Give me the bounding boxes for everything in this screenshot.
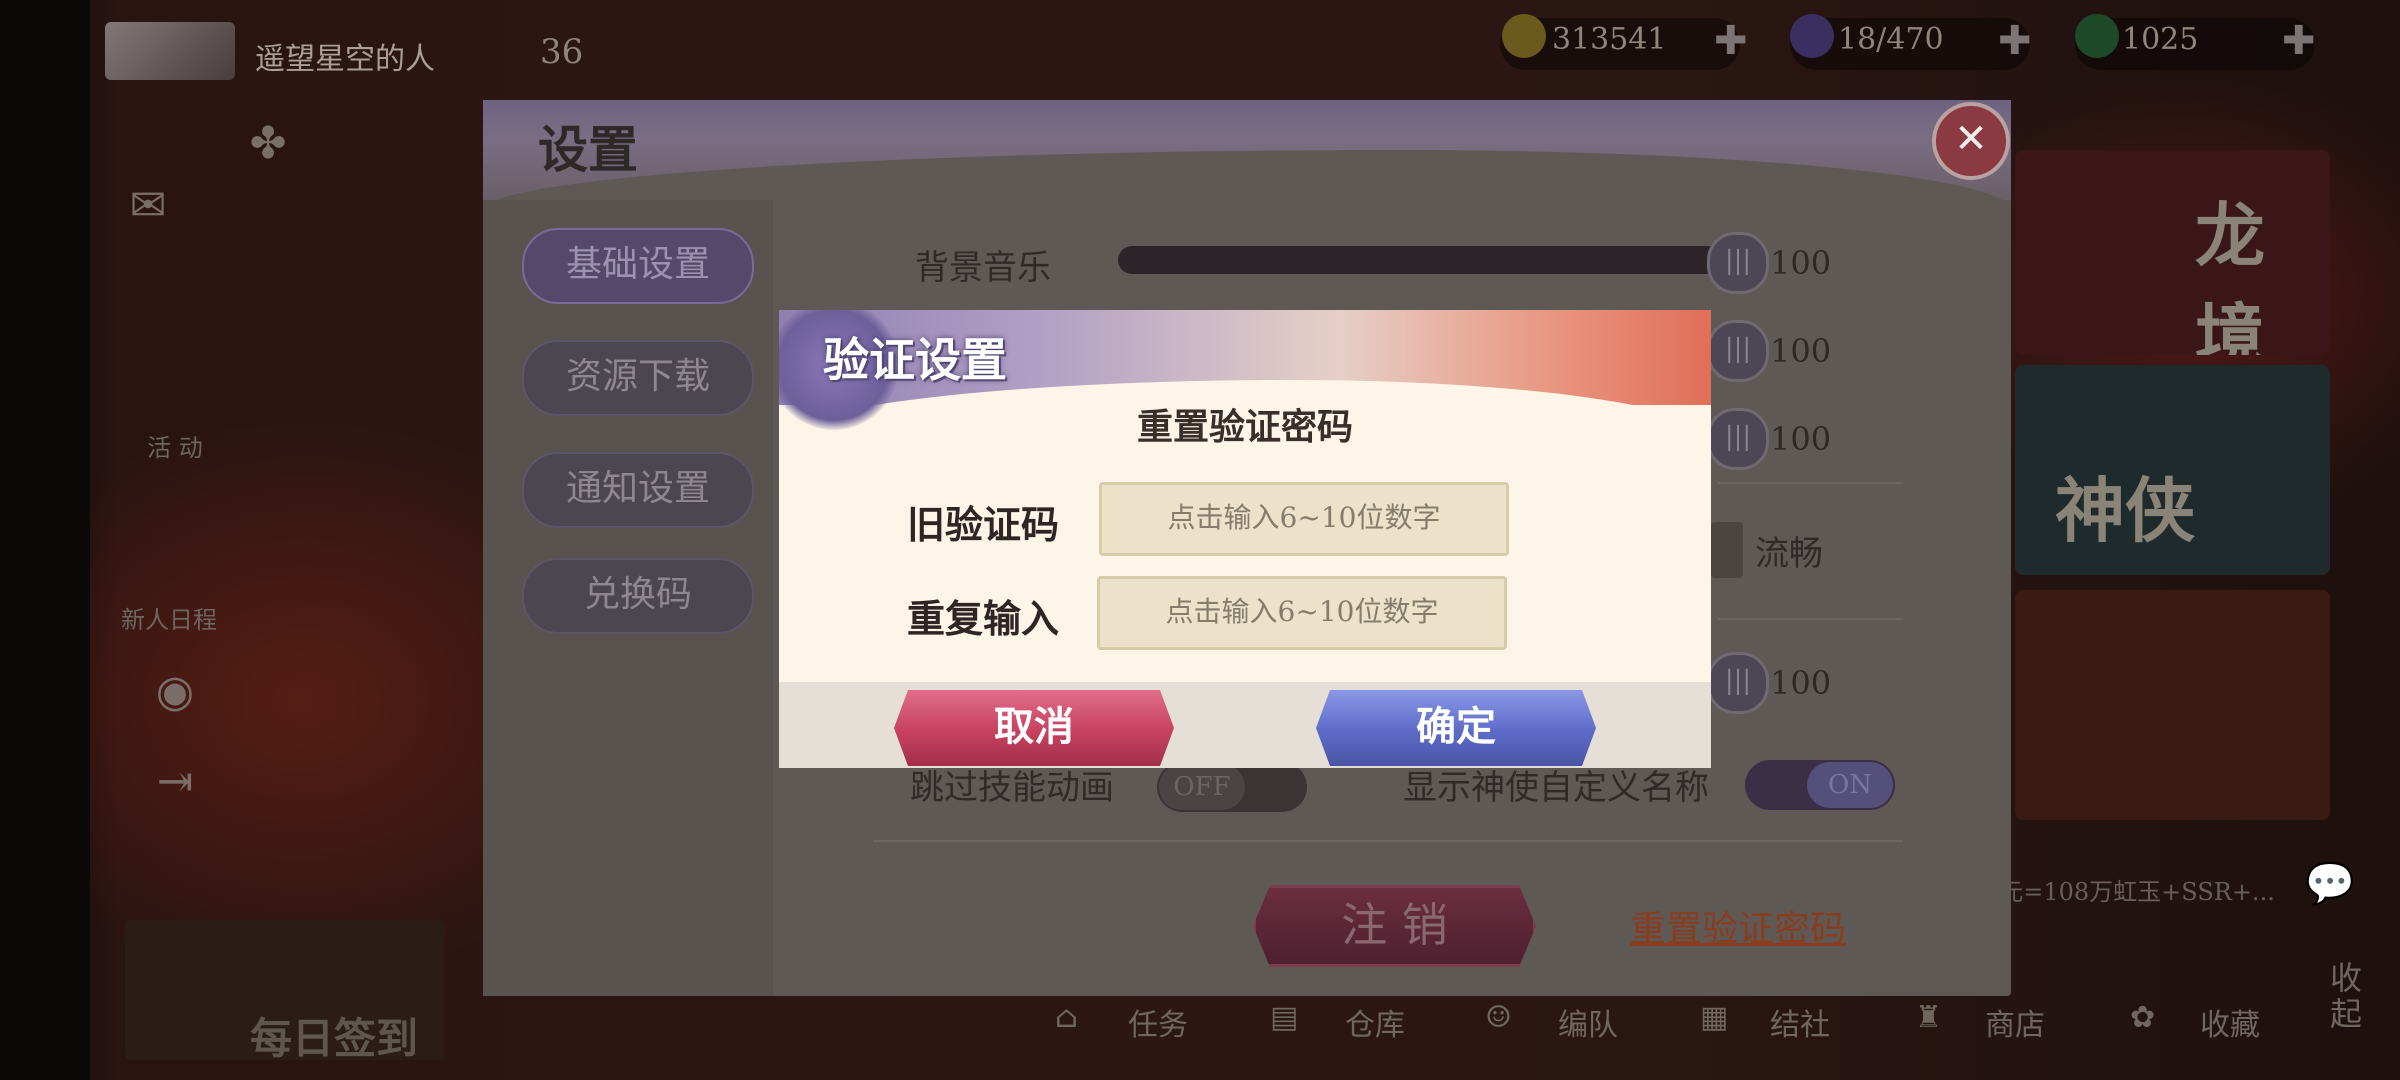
confirm-button[interactable]: 确定 xyxy=(1316,690,1596,766)
old-code-label: 旧验证码 xyxy=(907,502,1060,547)
dialog-title: 验证设置 xyxy=(823,333,1007,387)
repeat-code-input[interactable]: 点击输入6~10位数字 xyxy=(1097,576,1507,650)
old-code-input[interactable]: 点击输入6~10位数字 xyxy=(1099,482,1509,556)
repeat-code-label: 重复输入 xyxy=(907,596,1060,641)
dialog-subtitle: 重置验证密码 xyxy=(1136,406,1353,448)
cancel-button[interactable]: 取消 xyxy=(894,690,1174,766)
verification-dialog: 验证设置 重置验证密码 旧验证码 点击输入6~10位数字 重复输入 点击输入6~… xyxy=(779,310,1711,768)
